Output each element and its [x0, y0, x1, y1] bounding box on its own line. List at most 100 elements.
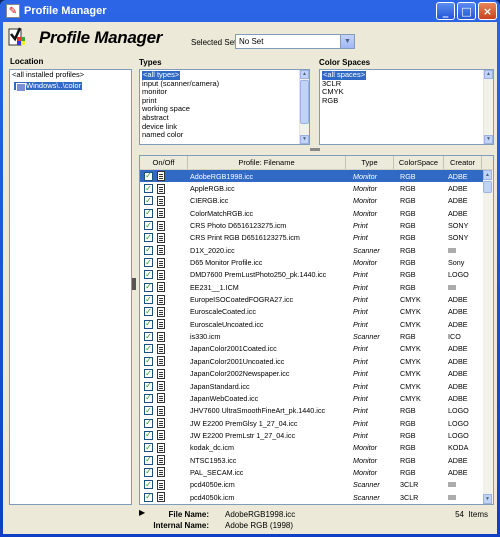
profile-document-icon: [157, 294, 165, 305]
close-button[interactable]: ×: [478, 2, 497, 20]
filename-cell: JW E2200 PremLstr 1_27_04.icc: [190, 430, 296, 440]
table-row[interactable]: ✓ DMD7600 PremLustPhoto250_pk.1440.icc Pri…: [140, 269, 493, 281]
table-row[interactable]: ✓ D65 Monitor Profile.icc Monitor RGB Sony: [140, 256, 493, 268]
filename-cell: JapanColor2002Newspaper.icc: [190, 369, 290, 379]
column-header-creator[interactable]: Creator: [444, 156, 482, 169]
scroll-down-icon[interactable]: ▼: [483, 494, 492, 504]
table-row[interactable]: ✓ JapanColor2002Newspaper.icc Print CMYK ADB…: [140, 368, 493, 380]
table-row[interactable]: ✓ JapanStandard.icc Print CMYK ADBE: [140, 380, 493, 392]
profile-table[interactable]: On/Off Profile: Filename Type ColorSpace…: [139, 155, 494, 505]
enabled-checkbox[interactable]: ✓: [144, 369, 153, 379]
enabled-checkbox[interactable]: ✓: [144, 344, 153, 354]
color-spaces-item[interactable]: RGB: [322, 96, 491, 106]
vertical-splitter-handle[interactable]: [132, 278, 136, 290]
enabled-checkbox[interactable]: ✓: [144, 356, 153, 366]
table-row[interactable]: ✓ PAL_SECAM.icc Monitor RGB ADBE: [140, 466, 493, 478]
color-spaces-scrollbar[interactable]: ▲ ▼: [483, 70, 493, 144]
color-spaces-item[interactable]: 3CLR: [322, 79, 491, 89]
color-spaces-list[interactable]: <all spaces> 3CLR CMYK RGB ▲ ▼: [319, 69, 494, 145]
enabled-checkbox[interactable]: ✓: [144, 245, 153, 255]
enabled-checkbox[interactable]: ✓: [144, 443, 153, 453]
color-spaces-item[interactable]: CMYK: [322, 88, 491, 97]
enabled-checkbox[interactable]: ✓: [144, 295, 153, 305]
scroll-down-icon[interactable]: ▼: [300, 135, 309, 144]
enabled-checkbox[interactable]: ✓: [144, 418, 153, 428]
scroll-up-icon[interactable]: ▲: [483, 170, 492, 180]
scroll-up-icon[interactable]: ▲: [300, 70, 309, 79]
enabled-checkbox[interactable]: ✓: [144, 319, 153, 329]
enabled-checkbox[interactable]: ✓: [144, 307, 153, 317]
table-row[interactable]: ✓ AppleRGB.icc Monitor RGB ADBE: [140, 182, 493, 194]
enabled-checkbox[interactable]: ✓: [144, 221, 153, 231]
enabled-checkbox[interactable]: ✓: [144, 430, 153, 440]
table-row[interactable]: ✓ JW E2200 PremGlsy 1_27_04.icc Print RGB LO…: [140, 417, 493, 429]
enabled-checkbox[interactable]: ✓: [144, 492, 153, 502]
type-cell: Print: [353, 295, 368, 305]
enabled-checkbox[interactable]: ✓: [144, 406, 153, 416]
enabled-checkbox[interactable]: ✓: [144, 381, 153, 391]
column-header-onoff[interactable]: On/Off: [140, 156, 188, 169]
enabled-checkbox[interactable]: ✓: [144, 171, 153, 181]
enabled-checkbox[interactable]: ✓: [144, 455, 153, 465]
location-list[interactable]: <all installed profiles> Windows\..\colo…: [9, 69, 132, 505]
horizontal-splitter-handle[interactable]: [310, 148, 320, 151]
enabled-checkbox[interactable]: ✓: [144, 393, 153, 403]
enabled-checkbox[interactable]: ✓: [144, 184, 153, 194]
types-scrollbar[interactable]: ▲ ▼: [299, 70, 309, 144]
enabled-checkbox[interactable]: ✓: [144, 467, 153, 477]
enabled-checkbox[interactable]: ✓: [144, 480, 153, 490]
profile-document-icon: [157, 208, 165, 219]
enabled-checkbox[interactable]: ✓: [144, 233, 153, 243]
table-row[interactable]: ✓ pcd4050e.icm Scanner 3CLR IIII: [140, 479, 493, 491]
table-row[interactable]: ✓ ColorMatchRGB.icc Monitor RGB ADBE: [140, 207, 493, 219]
enabled-checkbox[interactable]: ✓: [144, 332, 153, 342]
types-item[interactable]: named color: [142, 131, 307, 140]
table-row[interactable]: ✓ EuroscaleUncoated.icc Print CMYK ADBE: [140, 318, 493, 330]
location-item-all[interactable]: <all installed profiles>: [12, 70, 129, 80]
enabled-checkbox[interactable]: ✓: [144, 208, 153, 218]
table-row[interactable]: ✓ EuroscaleCoated.icc Print CMYK ADBE: [140, 306, 493, 318]
selected-set-dropdown[interactable]: No Set ▼: [235, 34, 355, 49]
table-row[interactable]: ✓ kodak_dc.icm Monitor RGB KODA: [140, 442, 493, 454]
enabled-checkbox[interactable]: ✓: [144, 196, 153, 206]
location-item-windows-color[interactable]: Windows\..\color: [14, 81, 83, 92]
table-scrollbar[interactable]: ▲ ▼: [483, 170, 493, 504]
table-row[interactable]: ✓ NTSC1953.icc Monitor RGB ADBE: [140, 454, 493, 466]
enabled-checkbox[interactable]: ✓: [144, 282, 153, 292]
onoff-cell: ✓: [140, 418, 188, 429]
selected-set-value: No Set: [239, 37, 264, 46]
maximize-button[interactable]: □: [457, 2, 476, 20]
scroll-down-icon[interactable]: ▼: [484, 135, 493, 144]
table-row[interactable]: ✓ CRS Photo D6516123275.icm Print RGB SONY: [140, 219, 493, 231]
table-row[interactable]: ✓ JapanColor2001Coated.icc Print CMYK ADBE: [140, 343, 493, 355]
enabled-checkbox[interactable]: ✓: [144, 270, 153, 280]
table-row[interactable]: ✓ JapanColor2001Uncoated.icc Print CMYK ADBE: [140, 355, 493, 367]
column-header-type[interactable]: Type: [346, 156, 394, 169]
scroll-up-icon[interactable]: ▲: [484, 70, 493, 79]
table-row[interactable]: ✓ EE231__1.ICM Print RGB IIII: [140, 281, 493, 293]
table-row[interactable]: ✓ JW E2200 PremLstr 1_27_04.icc Print RGB LO…: [140, 429, 493, 441]
table-row[interactable]: ✓ is330.icm Scanner RGB ICO: [140, 330, 493, 342]
table-row[interactable]: ✓ JHV7600 UltraSmoothFineArt_pk.1440.icc P…: [140, 405, 493, 417]
scroll-thumb[interactable]: [483, 181, 492, 193]
chevron-down-icon[interactable]: ▼: [340, 35, 354, 48]
onoff-cell: ✓: [140, 368, 188, 379]
table-row[interactable]: ✓ AdobeRGB1998.icc Monitor RGB ADBE: [140, 170, 493, 183]
minimize-button[interactable]: _: [436, 2, 455, 20]
profile-document-icon: [157, 306, 165, 317]
column-header-filename[interactable]: Profile: Filename: [188, 156, 346, 169]
types-list[interactable]: <all types> input (scanner/camera) monit…: [139, 69, 310, 145]
scroll-thumb[interactable]: [300, 80, 309, 124]
table-row[interactable]: ✓ JapanWebCoated.icc Print CMYK ADBE: [140, 392, 493, 404]
table-row[interactable]: ✓ CRS Print RGB D6516123275.icm Print RGB SO…: [140, 232, 493, 244]
types-item[interactable]: monitor: [142, 88, 307, 97]
creator-cell: ADBE: [448, 467, 468, 477]
table-row[interactable]: ✓ pcd4050k.icm Scanner 3CLR IIII: [140, 491, 493, 503]
title-bar[interactable]: ✎ Profile Manager _ □ ×: [3, 0, 497, 22]
enabled-checkbox[interactable]: ✓: [144, 258, 153, 268]
table-row[interactable]: ✓ CIERGB.icc Monitor RGB ADBE: [140, 195, 493, 207]
onoff-cell: ✓: [140, 319, 188, 330]
table-row[interactable]: ✓ D1X_2020.icc Scanner RGB IIII: [140, 244, 493, 256]
table-row[interactable]: ✓ EuropeISOCoatedFOGRA27.icc Print CMYK ADBE: [140, 293, 493, 305]
column-header-colorspace[interactable]: ColorSpace: [394, 156, 444, 169]
